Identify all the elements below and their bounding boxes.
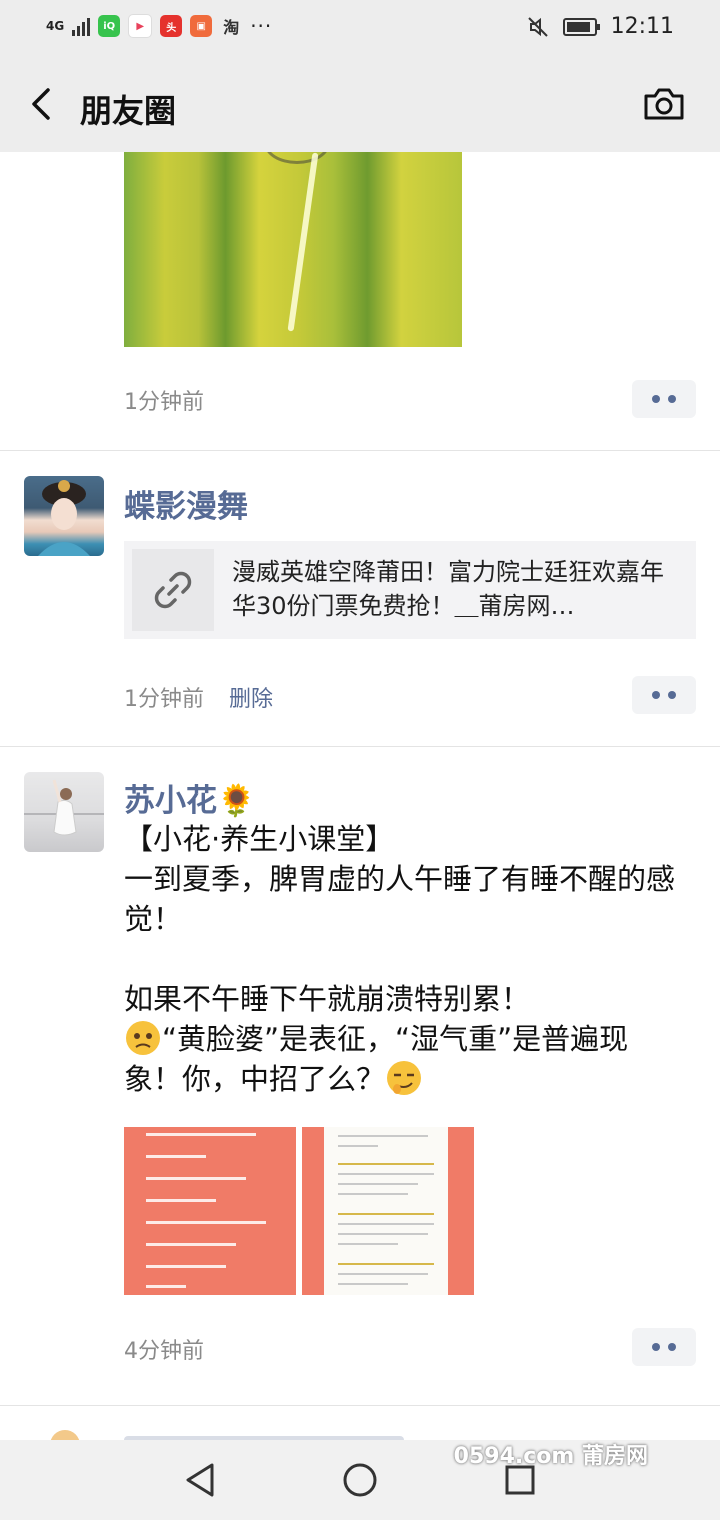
image-text-line	[338, 1223, 434, 1225]
status-left: 4G iQ ▶ 头 ▣ 淘 ···	[46, 14, 272, 38]
post-image[interactable]	[302, 1127, 474, 1295]
moment-post: 1分钟前	[0, 152, 720, 451]
signal-icon	[72, 16, 91, 36]
image-text-line	[146, 1155, 206, 1158]
post-text: 【小花·养生小课堂】 一到夏季，脾胃虚的人午睡了有睡不醒的感觉！ 如果不午睡下午…	[124, 819, 684, 1099]
image-text-line	[338, 1263, 434, 1265]
delete-link[interactable]: 删除	[229, 681, 273, 713]
smirk-face-icon	[387, 1061, 422, 1095]
avatar[interactable]	[24, 772, 104, 852]
image-text-line	[146, 1285, 186, 1288]
shopping-app-icon: ▣	[190, 15, 213, 37]
link-thumbnail	[132, 549, 214, 631]
image-text-line	[338, 1145, 378, 1147]
worried-face-icon	[126, 1021, 160, 1055]
photo-detail	[264, 152, 330, 164]
avatar[interactable]	[24, 476, 104, 556]
page-title: 朋友圈	[80, 92, 177, 130]
mute-icon	[527, 16, 548, 37]
avatar-portrait	[24, 779, 104, 836]
post-image-grid	[124, 1127, 474, 1295]
image-text-line	[146, 1221, 266, 1224]
post-time: 1分钟前	[124, 687, 204, 712]
toutiao-icon: 头	[160, 15, 183, 37]
image-text-line	[338, 1243, 398, 1245]
status-right: 12:11	[527, 14, 674, 39]
image-text-line	[338, 1283, 408, 1285]
camera-icon[interactable]	[642, 84, 686, 124]
taobao-icon: 淘	[223, 18, 240, 37]
image-text-line	[338, 1163, 434, 1165]
watermark: 0594.com 莆房网	[453, 1444, 648, 1469]
home-circle-icon[interactable]	[342, 1462, 378, 1498]
more-actions-button[interactable]	[632, 1328, 696, 1366]
post-text-line: “黄脸婆”是表征，“湿气重”是普遍现象！你，中招了么？	[124, 1022, 629, 1096]
post-image[interactable]	[124, 1127, 296, 1295]
image-text-line	[146, 1265, 226, 1268]
post-text-line: 如果不午睡下午就崩溃特别累！	[124, 982, 531, 1016]
moment-post: 苏小花🌻 【小花·养生小课堂】 一到夏季，脾胃虚的人午睡了有睡不醒的感觉！ 如果…	[0, 747, 720, 1406]
post-time: 4分钟前	[124, 1339, 204, 1364]
image-text-line	[146, 1177, 246, 1180]
author-name[interactable]: 蝶影漫舞	[124, 481, 248, 526]
image-text-line	[146, 1199, 216, 1202]
image-text-line	[338, 1273, 428, 1275]
iqiyi-icon: iQ	[98, 15, 121, 37]
clock: 12:11	[610, 14, 674, 39]
image-text-line	[338, 1193, 408, 1195]
more-actions-button[interactable]	[632, 380, 696, 418]
post-time: 1分钟前	[124, 390, 204, 415]
more-notifications-icon: ···	[250, 14, 273, 38]
image-text-line	[146, 1243, 236, 1246]
post-text-line: 【小花·养生小课堂】	[124, 822, 395, 856]
image-text-line	[338, 1135, 428, 1137]
status-bar: 4G iQ ▶ 头 ▣ 淘 ··· 12:11	[0, 0, 720, 56]
post-text-line: 一到夏季，脾胃虚的人午睡了有睡不醒的感觉！	[124, 862, 676, 936]
image-text-line	[338, 1183, 418, 1185]
photo-detail	[287, 152, 319, 332]
image-text-line	[338, 1233, 428, 1235]
link-title: 漫威英雄空降莆田！富力院士廷狂欢嘉年华30份门票免费抢！＿莆房网…	[232, 558, 664, 620]
moment-post: 蝶影漫舞 漫威英雄空降莆田！富力院士廷狂欢嘉年华30份门票免费抢！＿莆房网… 1…	[0, 451, 720, 747]
nav-bar: 朋友圈	[0, 56, 720, 152]
author-name[interactable]: 苏小花🌻	[124, 775, 256, 820]
image-text-line	[338, 1173, 434, 1175]
link-icon	[154, 571, 192, 609]
image-text-line	[146, 1133, 256, 1136]
chevron-left-icon[interactable]	[24, 84, 64, 124]
battery-fill	[566, 21, 590, 32]
video-app-icon: ▶	[128, 14, 153, 38]
battery-icon	[562, 17, 600, 36]
more-actions-button[interactable]	[632, 676, 696, 714]
network-type: 4G	[46, 19, 65, 33]
shared-link-card[interactable]: 漫威英雄空降莆田！富力院士廷狂欢嘉年华30份门票免费抢！＿莆房网…	[124, 541, 696, 639]
post-photo[interactable]	[124, 152, 462, 347]
back-triangle-icon[interactable]	[184, 1462, 216, 1498]
image-page	[324, 1127, 448, 1295]
moments-feed[interactable]: 1分钟前 蝶影漫舞 漫威英雄空降莆田！富力院士廷狂欢嘉年华30份门票免费抢！＿莆…	[0, 152, 720, 1446]
avatar-portrait	[38, 480, 90, 556]
image-text-line	[338, 1213, 434, 1215]
